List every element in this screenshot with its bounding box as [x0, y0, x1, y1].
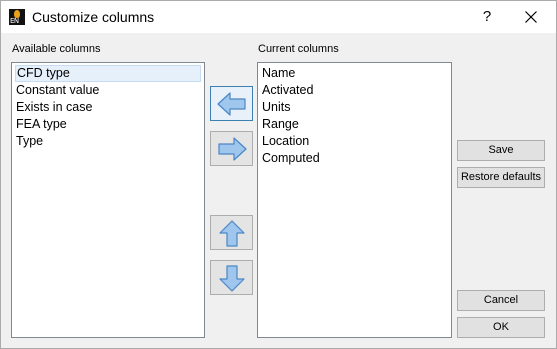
move-left-button[interactable] [210, 86, 253, 121]
list-item[interactable]: CFD type [15, 65, 201, 82]
save-button[interactable]: Save [457, 140, 545, 161]
arrow-up-icon [219, 220, 245, 247]
available-columns-list[interactable]: CFD type Constant value Exists in case F… [11, 62, 205, 338]
arrow-down-icon [219, 265, 245, 292]
list-item[interactable]: Type [15, 133, 43, 150]
restore-defaults-button[interactable]: Restore defaults [457, 167, 545, 188]
move-down-button[interactable] [210, 260, 253, 295]
current-columns-label: Current columns [258, 43, 339, 55]
list-item[interactable]: Name [261, 65, 295, 82]
customize-columns-dialog: EN Customize columns ? Available columns… [0, 0, 557, 349]
arrow-left-icon [217, 92, 246, 116]
close-button[interactable] [513, 3, 547, 31]
app-icon-text: EN [10, 17, 19, 25]
move-up-button[interactable] [210, 215, 253, 250]
list-item[interactable]: Units [261, 99, 290, 116]
close-icon [525, 11, 537, 23]
ok-button[interactable]: OK [457, 317, 545, 338]
current-columns-list[interactable]: Name Activated Units Range Location Comp… [257, 62, 452, 338]
cancel-button[interactable]: Cancel [457, 290, 545, 311]
available-columns-label: Available columns [12, 43, 101, 55]
move-right-button[interactable] [210, 131, 253, 166]
help-button[interactable]: ? [473, 3, 501, 31]
list-item[interactable]: Range [261, 116, 299, 133]
list-item[interactable]: FEA type [15, 116, 67, 133]
list-item[interactable]: Computed [261, 150, 320, 167]
arrow-right-icon [218, 137, 247, 161]
list-item[interactable]: Activated [261, 82, 313, 99]
list-item[interactable]: Constant value [15, 82, 99, 99]
list-item[interactable]: Location [261, 133, 309, 150]
list-item[interactable]: Exists in case [15, 99, 92, 116]
title-bar: EN Customize columns ? [1, 1, 556, 33]
window-title: Customize columns [32, 9, 155, 25]
app-icon: EN [9, 9, 25, 25]
